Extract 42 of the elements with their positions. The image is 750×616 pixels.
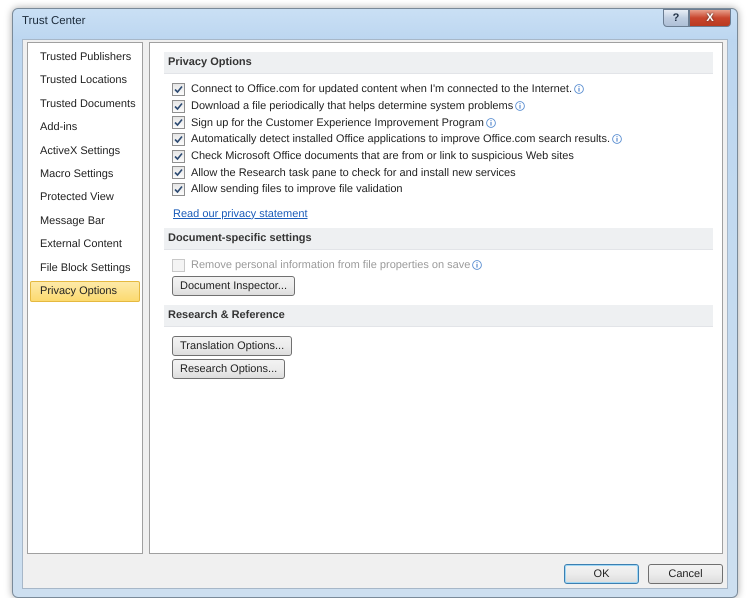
info-icon[interactable] (612, 134, 622, 144)
options-button[interactable]: Translation Options... (172, 336, 292, 356)
checkbox-label: Sign up for the Customer Experience Improvement Program (191, 116, 484, 129)
checkbox[interactable] (172, 132, 185, 146)
checkbox[interactable] (172, 82, 185, 96)
sidebar-item[interactable]: File Block Settings (30, 258, 140, 279)
options-button[interactable]: Research Options... (172, 358, 286, 378)
info-icon[interactable] (486, 118, 496, 128)
checkbox[interactable] (172, 100, 185, 113)
sidebar-item[interactable]: Trusted Locations (30, 70, 140, 92)
privacy-link[interactable]: Read our privacy statement (173, 208, 308, 220)
checkbox[interactable] (172, 116, 185, 130)
checkbox-label: Remove personal information from file properties on save (191, 259, 470, 272)
info-icon[interactable] (515, 101, 526, 112)
sidebar-item[interactable]: Protected View (30, 187, 140, 209)
sidebar-item[interactable]: Message Bar (30, 210, 140, 232)
section-header: Research & Reference (164, 304, 713, 326)
close-button[interactable]: X (689, 9, 731, 27)
checkbox-label: Allow the Research task pane to check for and install new services (191, 166, 516, 179)
sidebar-item[interactable]: Add-ins (30, 117, 140, 139)
sidebar-item[interactable]: Trusted Publishers (30, 47, 140, 68)
sidebar-item[interactable]: Privacy Options (30, 280, 140, 302)
help-button[interactable]: ? (663, 9, 689, 27)
cancel-button[interactable]: Cancel (648, 564, 723, 584)
checkbox-label: Allow sending files to improve file validation (191, 183, 403, 196)
checkbox-label: Check Microsoft Office documents that are from or link to suspicious Web sites (191, 150, 574, 162)
sidebar-item[interactable]: Macro Settings (30, 164, 140, 186)
checkbox-label: Download a file periodically that helps determine system problems (191, 100, 514, 112)
options-button[interactable]: Document Inspector... (172, 276, 295, 296)
checkbox-label: Automatically detect installed Office applications to improve Office.com search results. (191, 133, 610, 146)
sidebar-item[interactable]: External Content (30, 234, 140, 256)
section-header: Document-specific settings (164, 228, 713, 250)
section-header: Privacy Options (164, 52, 713, 74)
checkbox[interactable] (172, 166, 185, 180)
checkbox[interactable] (172, 150, 185, 163)
checkbox-label: Connect to Office.com for updated content when I'm connected to the Internet. (191, 83, 572, 96)
window-title: Trust Center (22, 15, 86, 27)
sidebar-item[interactable]: Trusted Documents (30, 94, 140, 116)
sidebar-item[interactable]: ActiveX Settings (30, 140, 140, 162)
checkbox[interactable] (172, 182, 185, 196)
info-icon[interactable] (574, 84, 584, 94)
ok-button[interactable]: OK (564, 564, 639, 584)
